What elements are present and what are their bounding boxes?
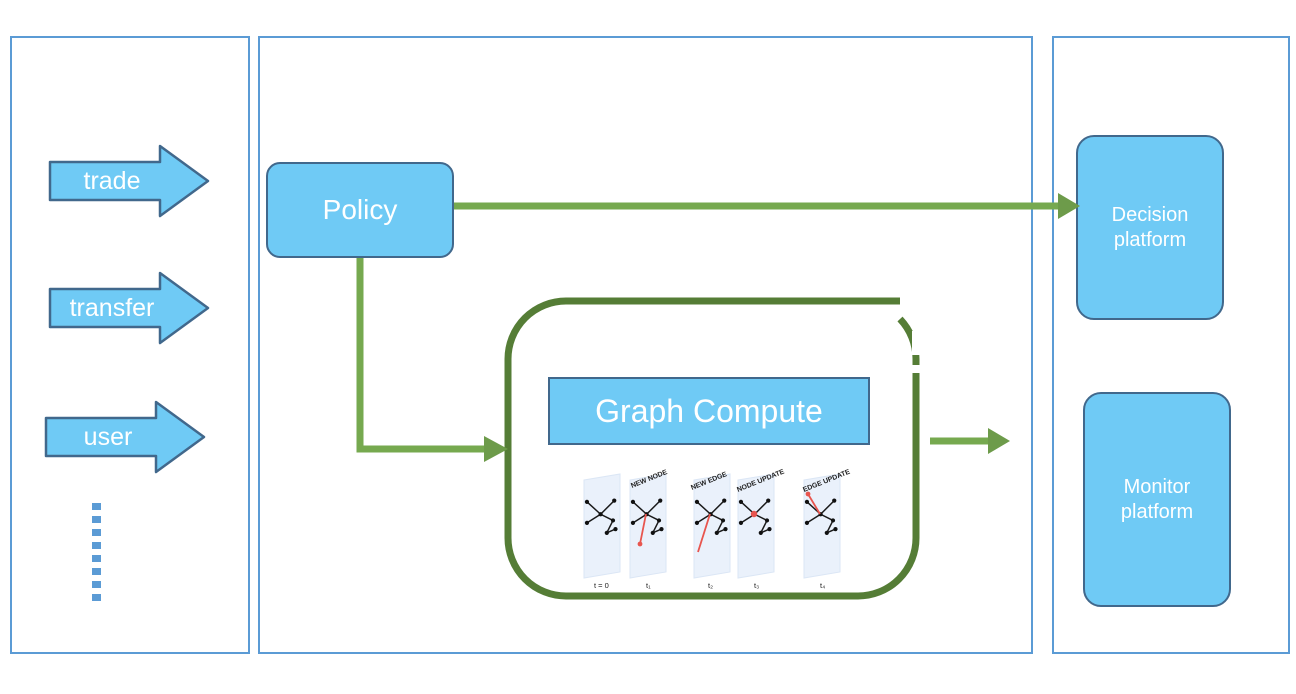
source-arrow-label: transfer xyxy=(69,293,155,322)
graph-snapshots-illustration: NEW NODE NEW EDGE NODE UPDATE EDGE UPDAT… xyxy=(583,468,851,590)
source-arrow-trade[interactable]: trade xyxy=(48,144,210,218)
panel-data-sources xyxy=(10,36,250,654)
graph-compute-box[interactable]: Graph Compute xyxy=(548,377,870,445)
monitor-platform-label: Monitor platform xyxy=(1121,475,1193,524)
snapshot-time-label: t₃ xyxy=(754,581,759,590)
source-arrow-label: trade xyxy=(83,166,141,195)
diagram-canvas: trade transfer user Policy Graph Compute xyxy=(0,0,1296,694)
snapshot-time-label: t₂ xyxy=(708,581,713,590)
source-arrow-transfer[interactable]: transfer xyxy=(48,271,210,345)
snapshot-panel-1 xyxy=(629,473,667,579)
snapshot-panel-2 xyxy=(693,473,731,579)
monitor-platform-box[interactable]: Monitor platform xyxy=(1083,392,1231,607)
graph-compute-label: Graph Compute xyxy=(595,392,823,429)
snapshot-time-label: t₁ xyxy=(646,581,651,590)
decision-platform-line2: platform xyxy=(1113,228,1187,251)
decision-platform-box[interactable]: Decision platform xyxy=(1076,135,1224,320)
monitor-platform-line1: Monitor xyxy=(1123,476,1191,499)
sources-continuation-dotted-line xyxy=(92,503,101,607)
snapshot-panel-0 xyxy=(583,473,621,579)
source-arrow-label: user xyxy=(83,422,133,451)
policy-box[interactable]: Policy xyxy=(266,162,454,258)
decision-platform-line1: Decision xyxy=(1111,204,1189,227)
policy-label: Policy xyxy=(322,193,398,225)
snapshot-time-label: t = 0 xyxy=(594,581,609,590)
decision-platform-label: Decision platform xyxy=(1112,203,1189,252)
source-arrow-user[interactable]: user xyxy=(44,400,206,474)
monitor-platform-line2: platform xyxy=(1120,500,1194,523)
graph-snapshot-strip: NEW NODE NEW EDGE NODE UPDATE EDGE UPDAT… xyxy=(578,466,854,590)
snapshot-time-label: t₄ xyxy=(820,581,825,590)
